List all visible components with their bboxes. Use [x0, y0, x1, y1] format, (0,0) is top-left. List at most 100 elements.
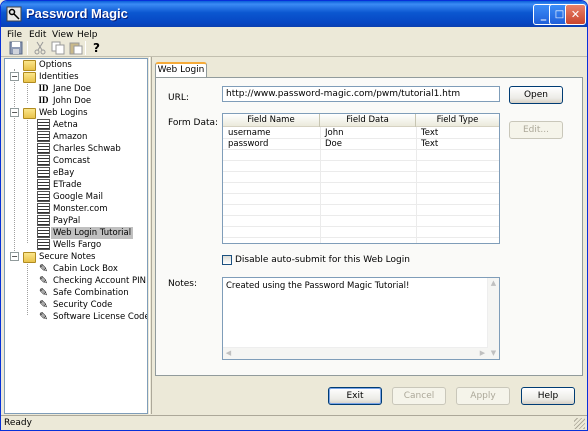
tree-item-software-license-codes[interactable]: ✎ Software License Codes: [5, 311, 147, 323]
id-card-icon: ID: [38, 95, 49, 105]
column-header-field-name[interactable]: Field Name: [223, 114, 320, 127]
pane-splitter[interactable]: [149, 57, 152, 414]
navigation-tree[interactable]: Options − Identities ID Jane Doe ID John…: [4, 58, 148, 414]
pen-icon: ✎: [38, 262, 49, 275]
notes-vertical-scrollbar[interactable]: ▲ ▼: [487, 278, 499, 359]
grid-line: [223, 226, 499, 227]
folder-icon: [23, 60, 36, 71]
collapse-icon[interactable]: −: [10, 72, 19, 81]
copy-icon[interactable]: [51, 41, 65, 55]
tree-item-etrade[interactable]: ETrade: [5, 179, 147, 191]
folder-open-icon: [23, 108, 36, 119]
cut-icon[interactable]: [33, 41, 47, 55]
tree-item-google-mail[interactable]: Google Mail: [5, 191, 147, 203]
pen-icon: ✎: [38, 286, 49, 299]
web-page-icon: [37, 131, 50, 142]
grid-line: [223, 171, 499, 172]
notes-label: Notes:: [168, 279, 198, 289]
scroll-right-icon[interactable]: ▶: [477, 348, 488, 359]
scroll-up-icon[interactable]: ▲: [488, 278, 499, 289]
disable-autosubmit-checkbox[interactable]: [222, 255, 232, 265]
notes-textarea[interactable]: Created using the Password Magic Tutoria…: [222, 277, 500, 360]
grid-cell[interactable]: password: [223, 139, 268, 149]
tree-item-web-logins[interactable]: − Web Logins: [5, 107, 147, 119]
grid-cell[interactable]: Doe: [320, 139, 342, 149]
cancel-button[interactable]: Cancel: [392, 387, 446, 405]
url-input[interactable]: http://www.password-magic.com/pwm/tutori…: [222, 86, 500, 102]
grid-cell[interactable]: Text: [416, 139, 438, 149]
main-window: Password Magic _ □ ✕ File Edit View Help: [0, 0, 588, 431]
tree-item-john-doe[interactable]: ID John Doe: [5, 95, 147, 107]
title-bar[interactable]: Password Magic _ □ ✕: [1, 1, 587, 27]
grid-line: [223, 182, 499, 183]
paste-icon[interactable]: [69, 41, 83, 55]
tree-item-secure-notes[interactable]: − Secure Notes: [5, 251, 147, 263]
pen-icon: ✎: [38, 274, 49, 287]
web-page-icon: [37, 167, 50, 178]
web-page-icon: [37, 179, 50, 190]
scroll-down-icon[interactable]: ▼: [488, 348, 499, 359]
toolbar-separator: [85, 41, 86, 55]
web-page-icon: [37, 143, 50, 154]
window-title: Password Magic: [26, 6, 128, 21]
save-icon[interactable]: [9, 41, 23, 55]
tree-item-monster[interactable]: Monster.com: [5, 203, 147, 215]
apply-button[interactable]: Apply: [456, 387, 510, 405]
id-card-icon: ID: [38, 83, 49, 93]
web-page-icon: [37, 155, 50, 166]
help-icon[interactable]: ?: [90, 41, 104, 55]
column-header-field-data[interactable]: Field Data: [320, 114, 416, 127]
app-key-icon: [6, 6, 22, 22]
collapse-icon[interactable]: −: [10, 252, 19, 261]
edit-button[interactable]: Edit...: [509, 121, 563, 139]
tab-web-login[interactable]: Web Login: [155, 62, 207, 78]
scroll-left-icon[interactable]: ◀: [223, 348, 234, 359]
grid-header: Field Name Field Data Field Type: [223, 114, 499, 127]
tree-item-charles-schwab[interactable]: Charles Schwab: [5, 143, 147, 155]
web-page-icon: [37, 227, 50, 238]
svg-text:?: ?: [93, 41, 100, 55]
notes-horizontal-scrollbar[interactable]: ◀ ▶: [223, 347, 488, 359]
tree-item-wells-fargo[interactable]: Wells Fargo: [5, 239, 147, 251]
toolbar-separator: [27, 41, 28, 55]
tree-item-safe-combination[interactable]: ✎ Safe Combination: [5, 287, 147, 299]
notes-text: Created using the Password Magic Tutoria…: [226, 281, 410, 291]
tree-item-options[interactable]: Options: [5, 59, 147, 71]
tree-item-checking-account-pin[interactable]: ✎ Checking Account PIN: [5, 275, 147, 287]
selected-item-label: Web Login Tutorial: [51, 227, 134, 239]
open-button[interactable]: Open: [509, 86, 563, 104]
web-page-icon: [37, 239, 50, 250]
tree-item-web-login-tutorial[interactable]: Web Login Tutorial: [5, 227, 147, 239]
resize-grip-icon[interactable]: [574, 418, 585, 429]
web-page-icon: [37, 191, 50, 202]
web-page-icon: [37, 203, 50, 214]
tree-item-aetna[interactable]: Aetna: [5, 119, 147, 131]
pen-icon: ✎: [38, 298, 49, 311]
tree-item-security-code[interactable]: ✎ Security Code: [5, 299, 147, 311]
folder-open-icon: [23, 252, 36, 263]
tree-item-identities[interactable]: − Identities: [5, 71, 147, 83]
pen-icon: ✎: [38, 310, 49, 323]
grid-cell[interactable]: username: [223, 128, 271, 138]
tree-item-ebay[interactable]: eBay: [5, 167, 147, 179]
form-data-grid[interactable]: Field Name Field Data Field Type usernam…: [222, 113, 500, 244]
grid-cell[interactable]: John: [320, 128, 343, 138]
folder-open-icon: [23, 72, 36, 83]
close-button[interactable]: ✕: [565, 4, 586, 25]
tree-item-cabin-lock-box[interactable]: ✎ Cabin Lock Box: [5, 263, 147, 275]
collapse-icon[interactable]: −: [10, 108, 19, 117]
grid-cell[interactable]: Text: [416, 128, 438, 138]
tree-item-paypal[interactable]: PayPal: [5, 215, 147, 227]
column-header-field-type[interactable]: Field Type: [416, 114, 499, 127]
tree-item-comcast[interactable]: Comcast: [5, 155, 147, 167]
help-button[interactable]: Help: [521, 387, 575, 405]
exit-button[interactable]: Exit: [328, 387, 382, 405]
grid-line: [223, 193, 499, 194]
status-bar: Ready: [1, 415, 587, 430]
tree-item-jane-doe[interactable]: ID Jane Doe: [5, 83, 147, 95]
grid-line: [223, 204, 499, 205]
toolbar: ?: [1, 38, 587, 57]
web-page-icon: [37, 119, 50, 130]
tree-item-amazon[interactable]: Amazon: [5, 131, 147, 143]
grid-line: [223, 160, 499, 161]
